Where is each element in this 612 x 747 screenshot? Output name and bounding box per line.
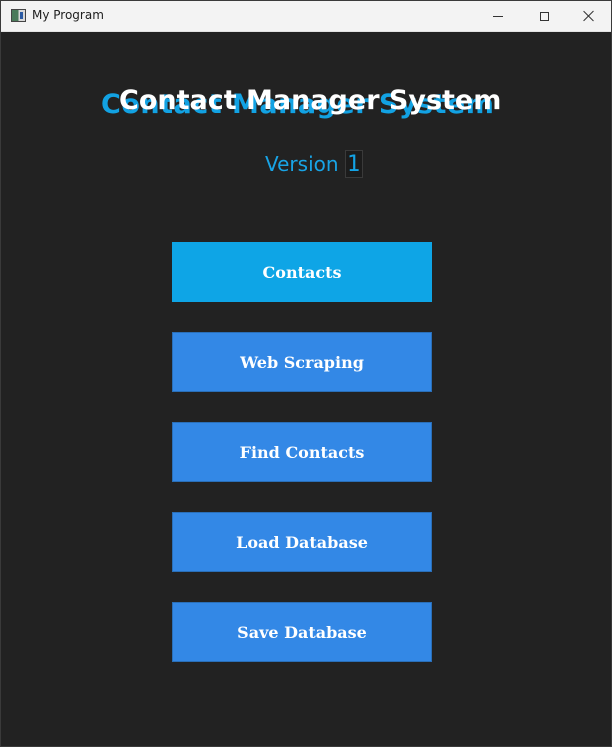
minimize-button[interactable] (475, 1, 521, 31)
minimize-icon (493, 15, 503, 17)
contacts-button[interactable]: Contacts (172, 242, 432, 302)
version-row: Version 1 (265, 149, 363, 179)
close-button[interactable] (566, 1, 612, 31)
load-database-button[interactable]: Load Database (172, 512, 432, 572)
app-window: My Program Contact Manager System Contac… (0, 0, 612, 747)
version-display: 1 (344, 150, 363, 178)
page-title-text: Contact Manager System (119, 85, 502, 116)
maximize-button[interactable] (521, 1, 567, 31)
title-bar[interactable]: My Program (1, 1, 611, 32)
find-contacts-button[interactable]: Find Contacts (172, 422, 432, 482)
version-label: Version (265, 152, 339, 176)
page-title: Contact Manager System Contact Manager S… (1, 85, 612, 129)
web-scraping-button[interactable]: Web Scraping (172, 332, 432, 392)
save-database-button[interactable]: Save Database (172, 602, 432, 662)
close-icon (583, 10, 595, 22)
maximize-icon (539, 11, 549, 21)
app-icon (11, 9, 26, 22)
window-title: My Program (32, 8, 104, 22)
